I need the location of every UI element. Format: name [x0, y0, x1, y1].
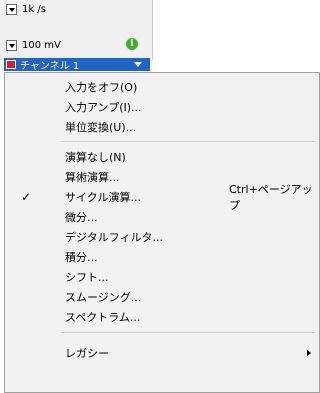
menu-item-derivative[interactable]: 微分... — [5, 207, 319, 227]
menu-item-label: スムージング... — [65, 291, 142, 304]
chevron-down-icon[interactable] — [6, 40, 17, 51]
channel-label: チャンネル 1 — [20, 61, 80, 72]
menu-item-label: デジタルフィルタ... — [65, 231, 164, 244]
sample-rate-value: 1k /s — [22, 4, 46, 15]
menu-item-cyclic-measurements[interactable]: ✓ サイクル演算... Ctrl+ページアップ — [5, 183, 319, 212]
menu-item-label: 算術演算... — [65, 171, 120, 184]
menu-item-label: 積分... — [65, 251, 98, 264]
channel-settings-panel: 1k /s 100 mV i — [0, 0, 153, 60]
menu-item-unit-conversion[interactable]: 単位変換(U)... — [5, 117, 319, 137]
menu-item-shift[interactable]: シフト... — [5, 267, 319, 287]
menu-item-label: 単位変換(U)... — [65, 121, 137, 134]
channel-context-menu: 入力をオフ(O) 入力アンプ(I)... 単位変換(U)... 演算なし(N) … — [4, 72, 320, 393]
checkmark-icon: ✓ — [21, 190, 32, 204]
menu-item-label: シフト... — [65, 271, 109, 284]
chevron-down-icon[interactable] — [6, 4, 17, 15]
menu-item-label: 微分... — [65, 211, 98, 224]
sample-rate-dropdown[interactable]: 1k /s — [6, 2, 46, 17]
range-value: 100 mV — [22, 40, 61, 51]
menu-item-legacy[interactable]: レガシー — [5, 343, 319, 363]
menu-separator — [61, 141, 315, 142]
channel-selector[interactable]: チャンネル 1 — [4, 58, 150, 72]
menu-item-input-amplifier[interactable]: 入力アンプ(I)... — [5, 97, 319, 117]
menu-item-label: サイクル演算... — [65, 191, 141, 204]
chevron-down-icon — [134, 62, 142, 67]
menu-item-spectrum[interactable]: スペクトラム... — [5, 307, 319, 327]
menu-item-label: 演算なし(N) — [65, 151, 126, 164]
range-dropdown[interactable]: 100 mV — [6, 38, 61, 53]
menu-item-smoothing[interactable]: スムージング... — [5, 287, 319, 307]
menu-item-no-calculation[interactable]: 演算なし(N) — [5, 147, 319, 167]
menu-item-label: レガシー — [65, 347, 109, 360]
channel-color-swatch — [6, 60, 16, 69]
menu-item-input-off[interactable]: 入力をオフ(O) — [5, 77, 319, 97]
menu-item-label: 入力アンプ(I)... — [65, 101, 142, 114]
submenu-arrow-icon — [307, 350, 311, 356]
info-icon[interactable]: i — [126, 38, 138, 50]
menu-item-digital-filter[interactable]: デジタルフィルタ... — [5, 227, 319, 247]
menu-item-integral[interactable]: 積分... — [5, 247, 319, 267]
menu-item-label: スペクトラム... — [65, 311, 141, 324]
menu-item-label: 入力をオフ(O) — [65, 81, 138, 94]
menu-separator — [61, 332, 315, 333]
